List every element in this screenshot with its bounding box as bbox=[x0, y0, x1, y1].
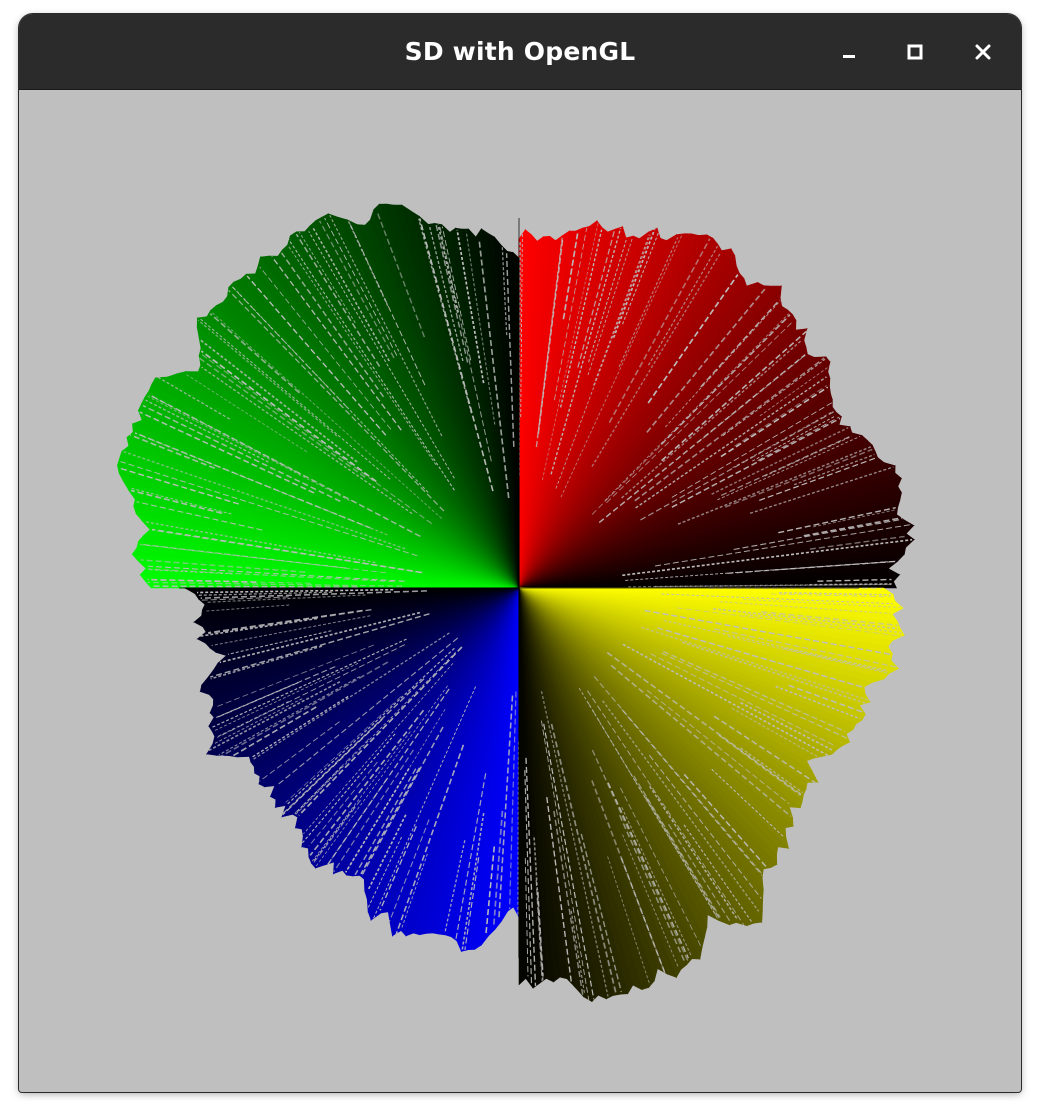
rendering-canvas bbox=[116, 203, 915, 1003]
close-icon bbox=[973, 42, 993, 62]
maximize-button[interactable] bbox=[895, 32, 935, 72]
title-bar[interactable]: SD with OpenGL bbox=[19, 14, 1021, 90]
app-window: SD with OpenGL bbox=[19, 14, 1021, 1092]
maximize-icon bbox=[905, 42, 925, 62]
quadrant-bottom-right bbox=[518, 587, 906, 1003]
quadrant-bottom-left bbox=[183, 587, 520, 953]
opengl-viewport[interactable] bbox=[19, 90, 1021, 1092]
window-title: SD with OpenGL bbox=[404, 37, 636, 66]
close-button[interactable] bbox=[963, 32, 1003, 72]
quadrant-top-right bbox=[518, 220, 915, 589]
minimize-icon bbox=[839, 42, 859, 62]
quadrant-top-left bbox=[116, 203, 520, 589]
minimize-button[interactable] bbox=[829, 32, 869, 72]
